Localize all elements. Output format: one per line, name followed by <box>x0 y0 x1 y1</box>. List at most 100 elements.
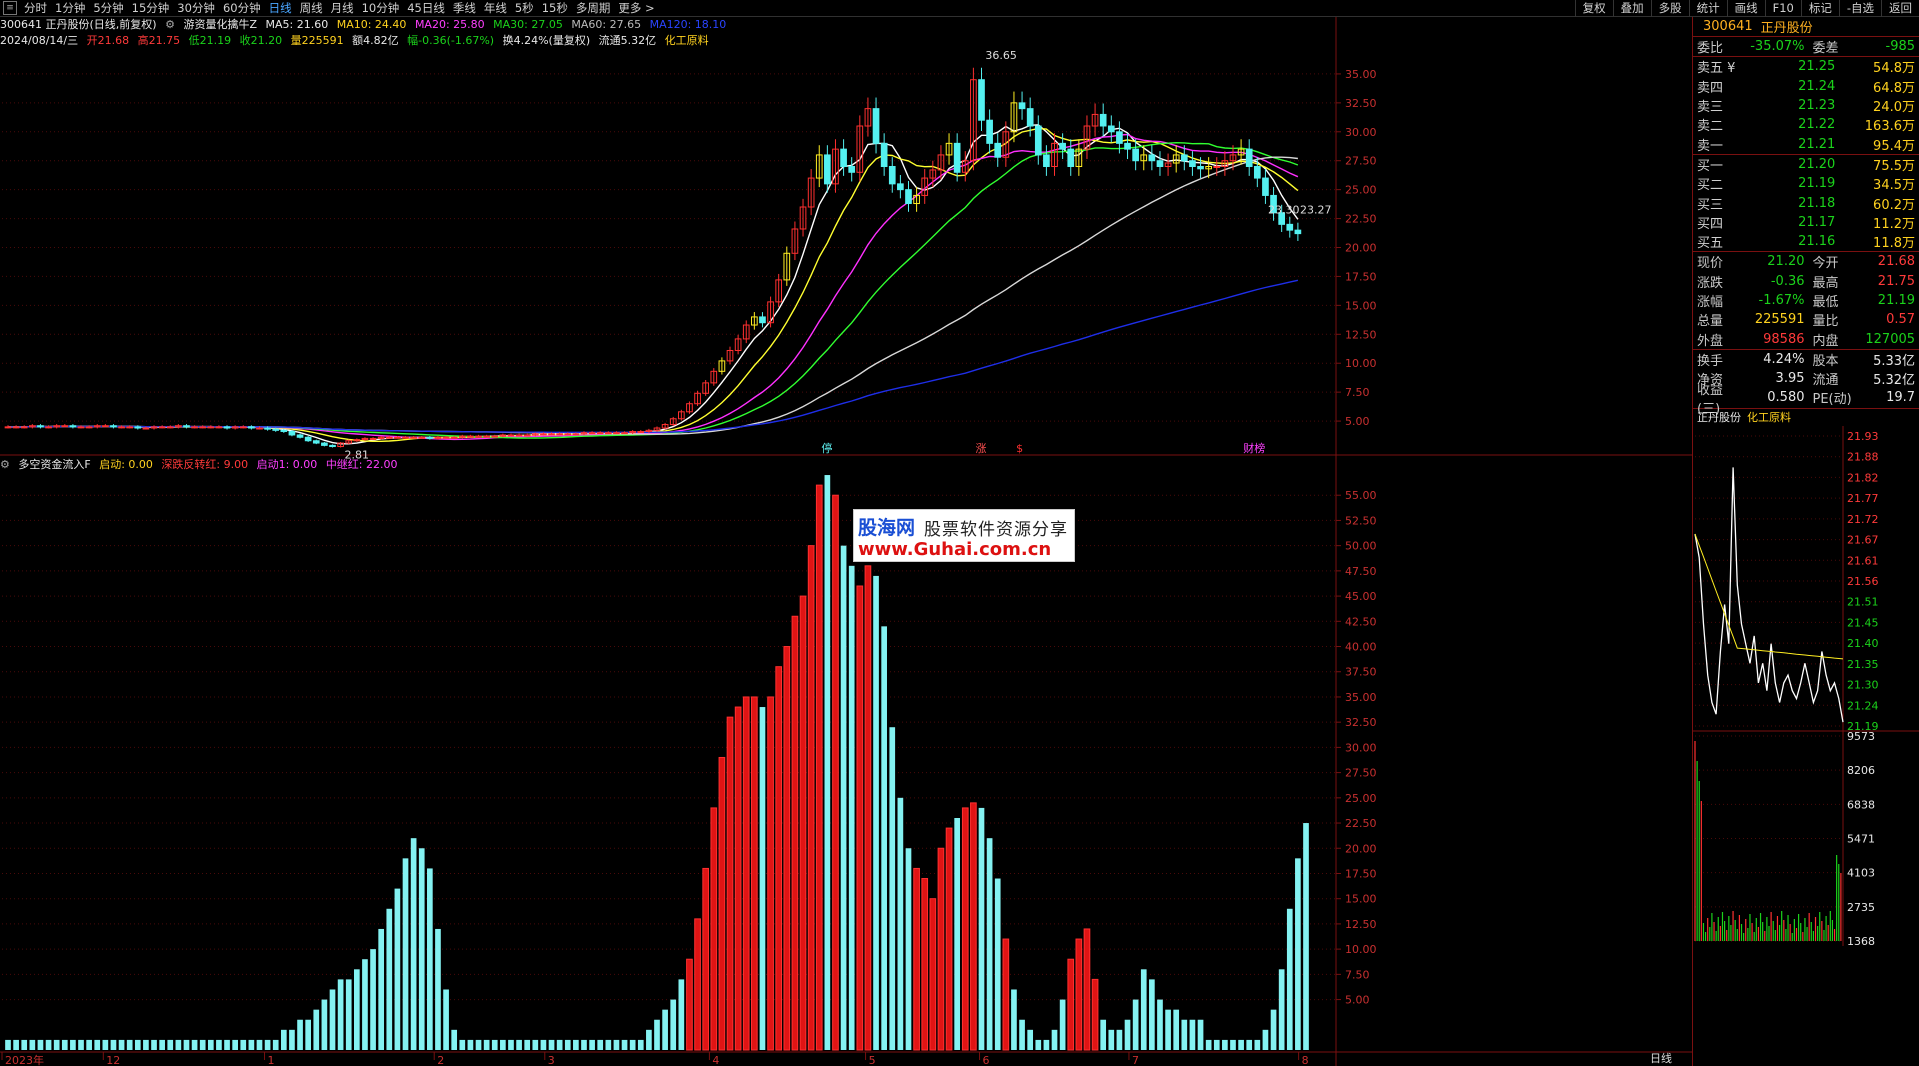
flow-bar <box>86 1039 92 1050</box>
bids-row: 买三 21.18 60.2万 <box>1693 193 1919 213</box>
sub-tick-label: 5.00 <box>1345 994 1370 1007</box>
flow-bar <box>110 1039 117 1050</box>
flow-bar <box>443 989 449 1050</box>
book-volume: 54.8万 <box>1873 61 1915 77</box>
flow-bar <box>1067 958 1075 1051</box>
stat-label: 流通 <box>1812 373 1839 389</box>
stats2-row: 收益(三) 0.580 PE(动) 19.7 <box>1693 383 1919 417</box>
flow-bar <box>305 1019 312 1050</box>
flow-bar <box>1124 1019 1131 1050</box>
flow-bar <box>1019 1019 1025 1050</box>
flow-bar <box>118 1039 125 1050</box>
candle-body <box>272 428 280 431</box>
stat-value: 5.33亿 <box>1873 353 1916 369</box>
book-volume: 60.2万 <box>1873 197 1915 213</box>
book-price: 21.20 <box>1798 156 1836 172</box>
stat-value: -1.67% <box>1758 293 1805 308</box>
ask-list: 卖五 ¥ 21.25 54.8万 卖四 21.24 64.8万 卖三 21.23 24.0万 卖二… <box>1693 57 1919 153</box>
flow-bar <box>848 565 855 1050</box>
flow-bar <box>654 1019 660 1050</box>
candle-body <box>288 430 296 436</box>
candle-body <box>1213 166 1221 168</box>
candle-body <box>142 427 150 430</box>
toolbar-button-5[interactable]: F10 <box>1764 0 1801 17</box>
flow-bar <box>94 1039 101 1050</box>
flow-bar <box>1295 858 1301 1050</box>
mini-tick-label: 2735 <box>1847 900 1875 913</box>
flow-bar <box>467 1039 474 1050</box>
flow-bar <box>459 1039 466 1050</box>
sub-tick-label: 12.50 <box>1345 918 1377 931</box>
ma-line <box>8 124 1299 445</box>
candle-body <box>824 154 831 185</box>
mini-tick-label: 8206 <box>1847 764 1875 777</box>
flow-bar <box>264 1039 271 1050</box>
flow-bar <box>435 928 441 1050</box>
book-volume: 34.5万 <box>1873 178 1915 194</box>
flow-bar <box>29 1039 36 1050</box>
flow-bar <box>5 1039 11 1050</box>
ma-line <box>8 141 1299 439</box>
candle-body <box>491 435 499 438</box>
flow-bar <box>427 868 433 1050</box>
kline-chart[interactable]: 35.0032.5030.0027.5025.0022.5020.0017.50… <box>0 0 1692 1066</box>
flow-bar <box>1222 1039 1228 1050</box>
intraday-chart[interactable]: 21.93 21.88 21.82 21.77 21.72 21.67 21.61 21.56… <box>1693 425 1919 948</box>
flow-bar <box>564 1039 571 1050</box>
book-label: 买三 <box>1697 197 1724 213</box>
flow-bar <box>159 1039 165 1050</box>
toolbar-button-4[interactable]: 画线 <box>1726 0 1765 17</box>
mini-tick-label: 21.51 <box>1847 595 1879 608</box>
candle-body <box>426 436 434 439</box>
candle-body <box>166 426 174 429</box>
bids-row: 买四 21.17 11.2万 <box>1693 213 1919 232</box>
mini-tick-label: 21.88 <box>1847 450 1879 463</box>
book-price: 21.17 <box>1798 214 1836 230</box>
low-annotation: 2.81 <box>345 448 370 461</box>
flow-bar <box>167 1039 174 1050</box>
date-tick-label: 2023年 <box>5 1053 44 1066</box>
flow-bar <box>297 1019 303 1050</box>
flow-bar <box>1165 1009 1171 1050</box>
book-price: 21.25 <box>1798 59 1836 75</box>
price-tick-label: 32.50 <box>1345 97 1377 110</box>
flow-bar <box>662 1009 668 1050</box>
candle-body <box>199 426 207 429</box>
candle-body <box>1189 160 1196 167</box>
date-tick-label: 4 <box>712 1054 719 1066</box>
candle-body <box>848 166 856 173</box>
flow-bar <box>994 878 1001 1050</box>
candle-body <box>85 426 93 429</box>
flow-bar <box>840 545 847 1050</box>
flow-bar <box>637 1039 644 1050</box>
sub-tick-label: 35.00 <box>1345 691 1377 704</box>
book-price: 21.24 <box>1798 78 1836 94</box>
candle-body <box>223 426 231 429</box>
toolbar-button-3[interactable]: 统计 <box>1688 0 1727 17</box>
flow-bar <box>13 1039 19 1050</box>
date-axis: 2023年 12 1 2 3 4 5 6 7 8 <box>1 1052 1309 1066</box>
flow-bar <box>1051 1029 1058 1050</box>
flow-bar <box>516 1039 522 1050</box>
flow-bar <box>1189 1019 1196 1050</box>
candle-body <box>1197 166 1204 170</box>
toolbar-button-8[interactable]: 返回 <box>1881 0 1919 17</box>
toolbar-button-7[interactable]: -自选 <box>1838 0 1881 17</box>
toolbar-button-6[interactable]: 标记 <box>1800 0 1839 17</box>
price-tick-label: 5.00 <box>1345 415 1370 428</box>
flow-bar <box>289 1029 295 1050</box>
stats-row: 涨跌 -0.36 最高 21.75 <box>1693 272 1919 291</box>
stat-value: 5.32亿 <box>1873 373 1916 389</box>
flow-bar <box>1091 978 1099 1051</box>
bottom-tab-daily[interactable]: 日线 <box>1650 1050 1672 1066</box>
flow-bar <box>1197 1019 1204 1050</box>
ma-line <box>8 156 1298 435</box>
flow-bar <box>970 802 977 1051</box>
stats2-list: 换手 4.24% 股本 5.33亿 净资 3.95 流通 5.32亿 收益(三) 0.580 PE(… <box>1693 350 1919 417</box>
mini-tick-label: 21.45 <box>1847 616 1879 629</box>
stats-row: 总量 225591 量比 0.57 <box>1693 310 1919 329</box>
sub-tick-label: 37.50 <box>1345 666 1377 679</box>
stat-value: 225591 <box>1754 312 1805 328</box>
stat-value: 3.95 <box>1775 371 1805 387</box>
flow-bar <box>913 867 920 1051</box>
